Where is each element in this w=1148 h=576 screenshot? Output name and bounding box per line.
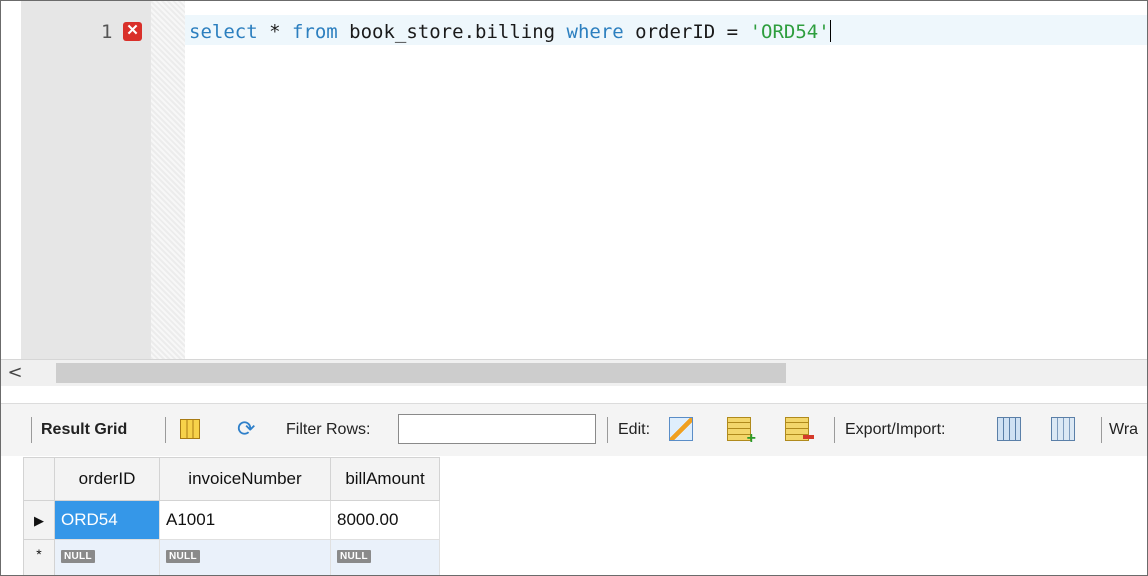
export-icon[interactable] bbox=[997, 417, 1021, 441]
toolbar-separator bbox=[31, 417, 32, 443]
code-text: book_store.billing bbox=[337, 21, 567, 43]
line-number: 1 bbox=[101, 21, 113, 43]
column-header-orderid[interactable]: orderID bbox=[54, 457, 160, 501]
horizontal-scrollbar[interactable]: < bbox=[1, 359, 1147, 386]
string-literal: 'ORD54' bbox=[749, 21, 830, 43]
result-grid: orderID invoiceNumber billAmount ▶ ORD54… bbox=[23, 457, 440, 575]
text-caret bbox=[829, 20, 831, 42]
delete-row-icon[interactable] bbox=[785, 417, 814, 441]
table-cell-orderid[interactable]: ORD54 bbox=[54, 500, 160, 540]
toolbar-separator bbox=[607, 417, 608, 443]
table-cell-null[interactable]: NULL bbox=[330, 539, 440, 575]
table-cell-null[interactable]: NULL bbox=[54, 539, 160, 575]
add-row-icon[interactable] bbox=[727, 417, 756, 448]
code-text: * bbox=[257, 21, 292, 43]
column-header-invoicenumber[interactable]: invoiceNumber bbox=[159, 457, 331, 501]
keyword-where: where bbox=[566, 21, 624, 43]
column-header-billamount[interactable]: billAmount bbox=[330, 457, 440, 501]
sql-editor-window: 1 ✕ select * from book_store.billing whe… bbox=[0, 0, 1148, 576]
keyword-from: from bbox=[291, 21, 338, 43]
line-gutter bbox=[21, 1, 151, 359]
import-icon[interactable] bbox=[1051, 417, 1075, 441]
row-header-corner bbox=[23, 457, 55, 501]
edit-label: Edit: bbox=[618, 421, 651, 438]
toolbar-separator bbox=[165, 417, 166, 443]
null-badge: NULL bbox=[61, 550, 95, 563]
sql-query-line[interactable]: select * from book_store.billing where o… bbox=[189, 20, 831, 43]
toolbar-separator bbox=[834, 417, 835, 443]
keyword-select: select bbox=[189, 21, 258, 43]
table-cell-null[interactable]: NULL bbox=[159, 539, 331, 575]
filter-rows-input[interactable] bbox=[398, 414, 596, 444]
row-marker-arrow-icon[interactable]: ▶ bbox=[23, 500, 55, 540]
scroll-left-arrow-icon[interactable]: < bbox=[1, 360, 29, 386]
export-import-label: Export/Import: bbox=[845, 421, 946, 438]
wrap-cell-label[interactable]: Wra bbox=[1109, 421, 1138, 439]
toolbar-separator bbox=[1101, 417, 1102, 443]
new-row-star-icon[interactable]: * bbox=[23, 539, 55, 575]
edit-cell-icon[interactable] bbox=[669, 417, 693, 441]
table-cell-billamount[interactable]: 8000.00 bbox=[330, 500, 440, 540]
code-text: orderID = bbox=[623, 21, 750, 43]
result-toolbar: Result Grid ⟳ Filter Rows: Edit: Export/… bbox=[1, 403, 1147, 456]
error-icon[interactable]: ✕ bbox=[123, 22, 142, 41]
editor-area[interactable] bbox=[185, 45, 1147, 359]
table-row[interactable]: ▶ ORD54 A1001 8000.00 bbox=[23, 500, 440, 540]
null-badge: NULL bbox=[337, 550, 371, 563]
table-cell-invoicenumber[interactable]: A1001 bbox=[159, 500, 331, 540]
scrollbar-thumb[interactable] bbox=[56, 363, 786, 383]
null-badge: NULL bbox=[166, 550, 200, 563]
result-grid-tab[interactable]: Result Grid bbox=[41, 421, 127, 439]
filter-rows-label: Filter Rows: bbox=[286, 421, 371, 438]
refresh-icon[interactable]: ⟳ bbox=[237, 417, 255, 441]
form-view-icon[interactable] bbox=[180, 419, 200, 439]
new-row[interactable]: * NULL NULL NULL bbox=[23, 539, 440, 575]
gutter-fold-margin bbox=[151, 1, 185, 359]
